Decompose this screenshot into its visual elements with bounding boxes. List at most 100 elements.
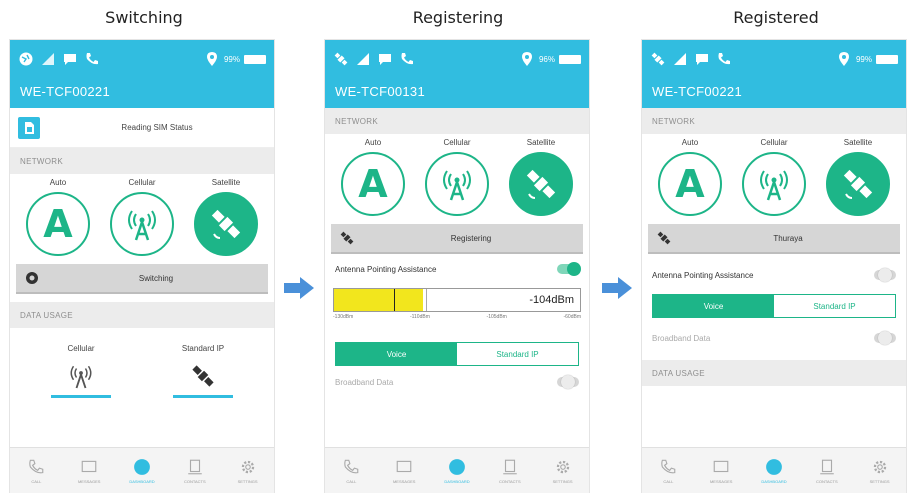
network-auto[interactable]: Auto A bbox=[22, 178, 94, 256]
voice-button[interactable]: Voice bbox=[653, 295, 774, 317]
signal-icon bbox=[674, 53, 686, 65]
voice-button[interactable]: Voice bbox=[336, 343, 457, 365]
location-icon bbox=[521, 52, 532, 66]
antenna-pointing-row: Antenna Pointing Assistance bbox=[642, 260, 906, 290]
satellite-icon bbox=[335, 226, 359, 250]
network-section-header: NETWORK bbox=[10, 148, 274, 174]
network-section-header: NETWORK bbox=[642, 108, 906, 134]
location-icon bbox=[206, 52, 217, 66]
antenna-pointing-toggle[interactable] bbox=[557, 262, 581, 276]
messages-icon bbox=[81, 460, 97, 472]
antenna-pointing-label: Antenna Pointing Assistance bbox=[335, 264, 437, 274]
contacts-icon bbox=[188, 459, 202, 474]
nav-call[interactable]: CALL bbox=[10, 448, 63, 493]
satellite-icon[interactable] bbox=[194, 192, 258, 256]
nav-contacts[interactable]: CONTACTS bbox=[800, 448, 853, 493]
scale-tick: -110dBm bbox=[409, 314, 430, 320]
phone-icon bbox=[401, 53, 413, 65]
standard-ip-button[interactable]: Standard IP bbox=[457, 343, 578, 365]
broadband-data-toggle[interactable] bbox=[557, 375, 579, 389]
satellite-icon bbox=[651, 52, 665, 66]
network-section-header: NETWORK bbox=[325, 108, 589, 134]
nav-call[interactable]: CALL bbox=[642, 448, 695, 493]
connection-status-text: Thuraya bbox=[773, 233, 803, 243]
phone-icon bbox=[29, 459, 44, 473]
auto-mode-icon[interactable]: A bbox=[341, 152, 405, 216]
message-icon bbox=[379, 54, 391, 65]
data-usage-header: DATA USAGE bbox=[10, 302, 274, 328]
bottom-navigation: CALL MESSAGES DASHBOARD CONTACTS SETTING… bbox=[10, 447, 274, 493]
nav-settings[interactable]: SETTINGS bbox=[221, 448, 274, 493]
network-auto[interactable]: Auto A bbox=[337, 138, 409, 216]
data-usage-options: Cellular Standard IP bbox=[10, 328, 274, 398]
network-cellular[interactable]: Cellular bbox=[106, 178, 178, 256]
service-type-selector: Voice Standard IP bbox=[335, 342, 579, 366]
nav-settings[interactable]: SETTINGS bbox=[853, 448, 906, 493]
satellite-icon[interactable] bbox=[826, 152, 890, 216]
contacts-icon bbox=[503, 459, 517, 474]
signal-strength-meter: -104dBm bbox=[333, 288, 581, 312]
sim-status-row: Reading SIM Status bbox=[10, 108, 274, 148]
location-icon bbox=[838, 52, 849, 66]
nav-call-label: CALL bbox=[31, 478, 42, 484]
nav-call[interactable]: CALL bbox=[325, 448, 378, 493]
messages-icon bbox=[713, 460, 729, 472]
message-icon bbox=[696, 54, 708, 65]
satellite-icon[interactable] bbox=[509, 152, 573, 216]
caption-switching: Switching bbox=[105, 8, 183, 27]
nav-messages[interactable]: MESSAGES bbox=[378, 448, 431, 493]
signal-strength-fill bbox=[334, 289, 423, 311]
connection-status-row: Thuraya bbox=[648, 224, 900, 254]
status-bar: 96% bbox=[325, 40, 589, 78]
phone-screen-switching: 99% WE-TCF00221 Reading SIM Status NETWO… bbox=[10, 40, 274, 493]
antenna-pointing-toggle[interactable] bbox=[874, 268, 896, 282]
nav-dashboard[interactable]: DASHBOARD bbox=[748, 448, 801, 493]
network-satellite-label: Satellite bbox=[526, 138, 556, 147]
dashboard-icon bbox=[134, 458, 150, 475]
nav-messages[interactable]: MESSAGES bbox=[695, 448, 748, 493]
broadband-data-toggle[interactable] bbox=[874, 331, 896, 345]
network-satellite[interactable]: Satellite bbox=[190, 178, 262, 256]
phone-icon bbox=[86, 53, 98, 65]
network-satellite[interactable]: Satellite bbox=[505, 138, 577, 216]
broadband-data-label: Broadband Data bbox=[652, 333, 711, 343]
dashboard-icon bbox=[766, 458, 782, 475]
network-cellular[interactable]: Cellular bbox=[421, 138, 493, 216]
nav-dashboard[interactable]: DASHBOARD bbox=[116, 448, 169, 493]
cellular-tower-icon[interactable] bbox=[425, 152, 489, 216]
nav-dashboard-label: DASHBOARD bbox=[129, 478, 155, 484]
cellular-tower-icon[interactable] bbox=[742, 152, 806, 216]
sim-status-text: Reading SIM Status bbox=[121, 123, 193, 132]
nav-messages[interactable]: MESSAGES bbox=[63, 448, 116, 493]
network-auto[interactable]: Auto A bbox=[654, 138, 726, 216]
network-satellite[interactable]: Satellite bbox=[822, 138, 894, 216]
phone-icon bbox=[344, 459, 359, 473]
auto-mode-icon[interactable]: A bbox=[26, 192, 90, 256]
nav-contacts-label: CONTACTS bbox=[183, 478, 206, 484]
cellular-tower-icon[interactable] bbox=[110, 192, 174, 256]
nav-messages-label: MESSAGES bbox=[709, 478, 733, 484]
broadband-data-label: Broadband Data bbox=[335, 377, 394, 387]
bottom-navigation: CALL MESSAGES DASHBOARD CONTACTS SETTING… bbox=[642, 447, 906, 493]
nav-settings[interactable]: SETTINGS bbox=[536, 448, 589, 493]
network-cellular-label: Cellular bbox=[443, 138, 471, 147]
standard-ip-button[interactable]: Standard IP bbox=[774, 295, 895, 317]
satellite-icon bbox=[652, 226, 676, 250]
auto-mode-icon[interactable]: A bbox=[658, 152, 722, 216]
nav-contacts[interactable]: CONTACTS bbox=[483, 448, 536, 493]
battery-percent: 96% bbox=[538, 54, 555, 64]
nav-dashboard[interactable]: DASHBOARD bbox=[431, 448, 484, 493]
satellite-icon bbox=[192, 365, 214, 387]
nav-contacts[interactable]: CONTACTS bbox=[168, 448, 221, 493]
dashboard-icon bbox=[449, 458, 465, 475]
connection-status-row: Switching bbox=[16, 264, 268, 294]
scale-tick: -60dBm bbox=[563, 314, 581, 320]
nav-contacts-label: CONTACTS bbox=[815, 478, 838, 484]
usage-standard-ip[interactable]: Standard IP bbox=[158, 344, 248, 398]
phone-screen-registered: 99% WE-TCF00221 NETWORK Auto A Cellular … bbox=[642, 40, 906, 493]
network-cellular[interactable]: Cellular bbox=[738, 138, 810, 216]
device-title: WE-TCF00131 bbox=[325, 78, 589, 108]
network-satellite-label: Satellite bbox=[211, 178, 241, 187]
caption-registered: Registered bbox=[733, 8, 819, 27]
usage-cellular[interactable]: Cellular bbox=[36, 344, 126, 398]
